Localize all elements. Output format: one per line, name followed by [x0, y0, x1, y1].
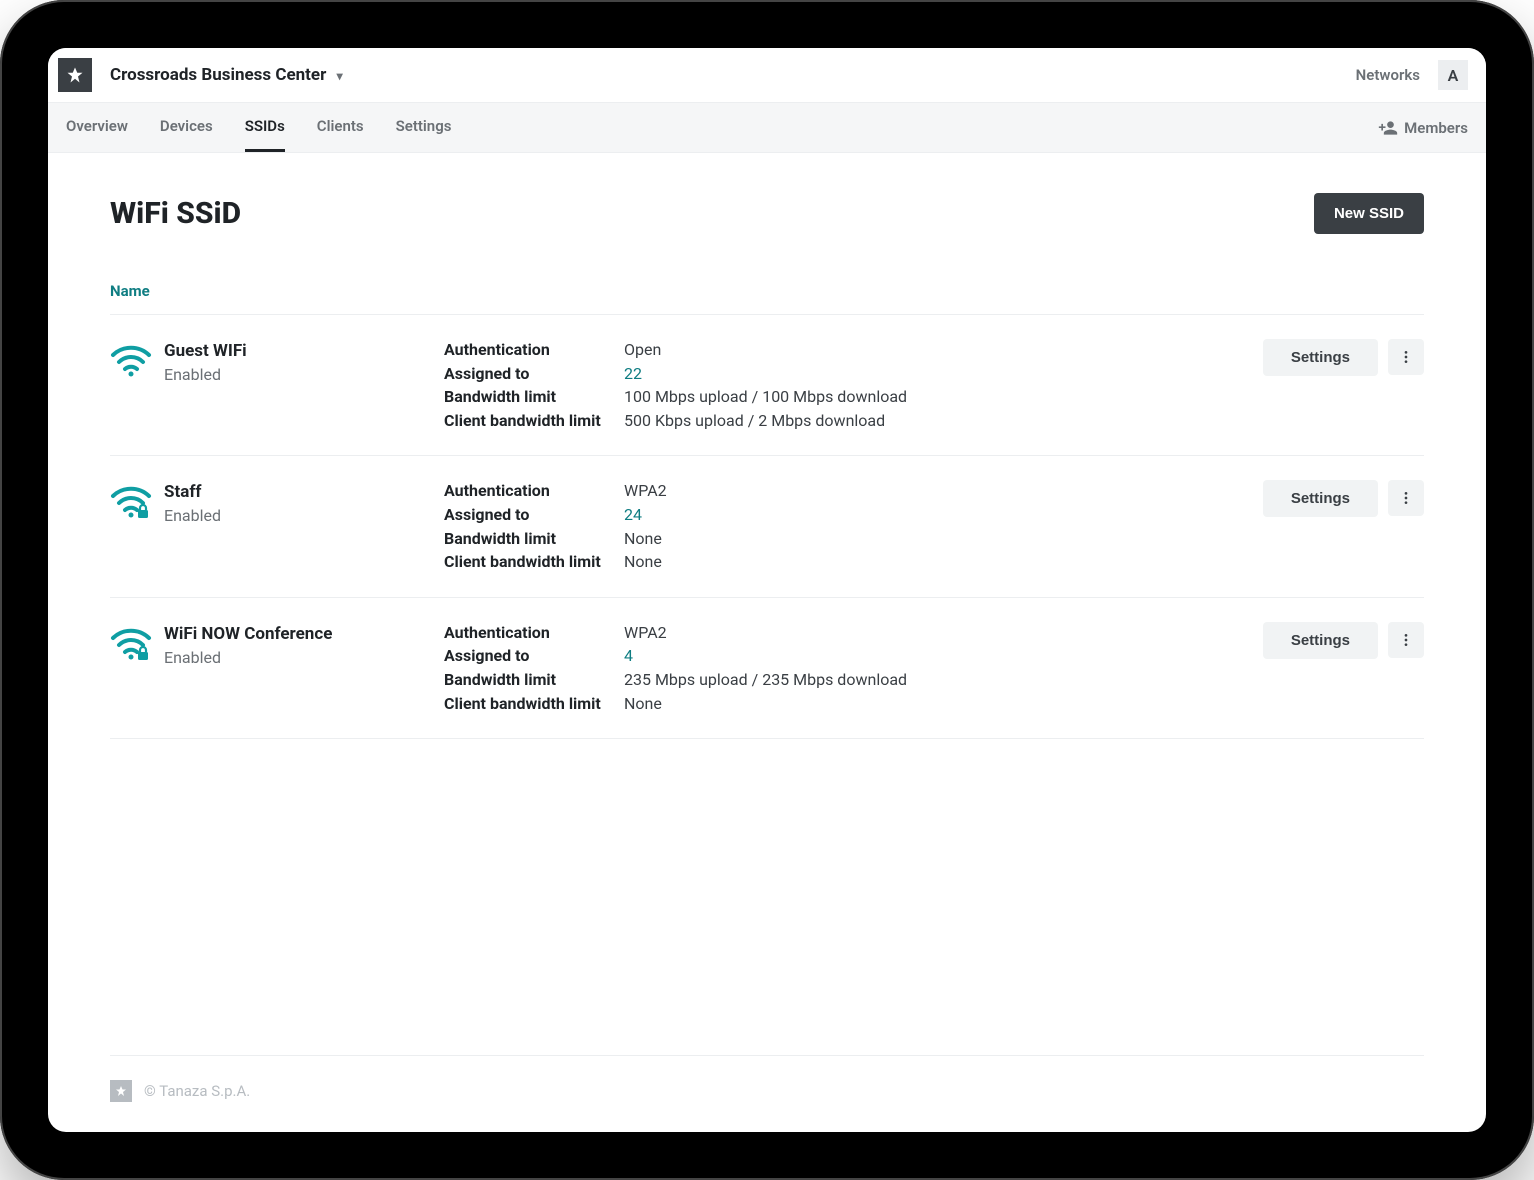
ssid-row: WiFi NOW Conference Enabled Authenticati… — [110, 598, 1424, 739]
wifi-lock-icon — [110, 484, 152, 520]
page-header: WiFi SSiD New SSID — [110, 193, 1424, 234]
page-title: WiFi SSiD — [110, 196, 241, 231]
networks-link[interactable]: Networks — [1356, 66, 1420, 84]
ssid-row-actions: Settings — [1263, 622, 1424, 659]
ssid-info-labels: Authentication Assigned to Bandwidth lim… — [444, 339, 624, 431]
members-link[interactable]: Members — [1378, 118, 1468, 138]
tab-bar: Overview Devices SSIDs Clients Settings … — [48, 103, 1486, 153]
tab-ssids[interactable]: SSIDs — [245, 103, 285, 152]
user-avatar[interactable]: A — [1438, 60, 1468, 90]
ssid-info-values: WPA2 4 235 Mbps upload / 235 Mbps downlo… — [624, 622, 1263, 714]
ssid-name[interactable]: Staff — [164, 482, 444, 502]
ssid-more-button[interactable] — [1388, 480, 1424, 516]
ssid-info-labels: Authentication Assigned to Bandwidth lim… — [444, 480, 624, 572]
value-client-bandwidth: None — [624, 693, 1263, 715]
ssid-name-cell: Guest WIFi Enabled — [164, 339, 444, 384]
brand-logo[interactable] — [58, 58, 92, 92]
ssid-status: Enabled — [164, 365, 444, 384]
ssid-icon-cell — [110, 622, 164, 666]
ssid-icon-cell — [110, 480, 164, 524]
more-vertical-icon — [1398, 632, 1414, 648]
value-assigned[interactable]: 22 — [624, 363, 1263, 385]
label-client-bandwidth: Client bandwidth limit — [444, 551, 624, 573]
label-bandwidth: Bandwidth limit — [444, 528, 624, 550]
ssid-name-cell: WiFi NOW Conference Enabled — [164, 622, 444, 667]
ssid-settings-button[interactable]: Settings — [1263, 622, 1378, 659]
ssid-name[interactable]: Guest WIFi — [164, 341, 444, 361]
value-bandwidth: None — [624, 528, 1263, 550]
ssid-row: Staff Enabled Authentication Assigned to… — [110, 456, 1424, 597]
ssid-name-cell: Staff Enabled — [164, 480, 444, 525]
label-auth: Authentication — [444, 622, 624, 644]
label-bandwidth: Bandwidth limit — [444, 386, 624, 408]
site-name-label: Crossroads Business Center — [110, 65, 326, 85]
brand-icon — [66, 66, 84, 84]
chevron-down-icon: ▾ — [337, 69, 343, 83]
ssid-info-labels: Authentication Assigned to Bandwidth lim… — [444, 622, 624, 714]
value-assigned[interactable]: 24 — [624, 504, 1263, 526]
tab-overview[interactable]: Overview — [66, 103, 128, 152]
value-client-bandwidth: 500 Kbps upload / 2 Mbps download — [624, 410, 1263, 432]
ssid-row: Guest WIFi Enabled Authentication Assign… — [110, 315, 1424, 456]
ssid-info-values: Open 22 100 Mbps upload / 100 Mbps downl… — [624, 339, 1263, 431]
ssid-row-actions: Settings — [1263, 480, 1424, 517]
tab-clients[interactable]: Clients — [317, 103, 364, 152]
value-assigned[interactable]: 4 — [624, 645, 1263, 667]
ssid-settings-button[interactable]: Settings — [1263, 480, 1378, 517]
label-bandwidth: Bandwidth limit — [444, 669, 624, 691]
value-client-bandwidth: None — [624, 551, 1263, 573]
label-assigned: Assigned to — [444, 645, 624, 667]
ssid-more-button[interactable] — [1388, 622, 1424, 658]
column-header-name[interactable]: Name — [110, 282, 1424, 315]
site-selector[interactable]: Crossroads Business Center ▾ — [110, 65, 343, 85]
ssid-info-values: WPA2 24 None None — [624, 480, 1263, 572]
label-auth: Authentication — [444, 339, 624, 361]
ssid-settings-button[interactable]: Settings — [1263, 339, 1378, 376]
ssid-list: Guest WIFi Enabled Authentication Assign… — [110, 315, 1424, 739]
wifi-icon — [110, 343, 152, 379]
app-viewport: Crossroads Business Center ▾ Networks A … — [48, 48, 1486, 1132]
value-auth: WPA2 — [624, 622, 1263, 644]
more-vertical-icon — [1398, 349, 1414, 365]
main-content: WiFi SSiD New SSID Name Guest WIFi Enabl… — [48, 153, 1486, 1132]
footer-logo — [110, 1080, 132, 1102]
tab-devices[interactable]: Devices — [160, 103, 213, 152]
label-auth: Authentication — [444, 480, 624, 502]
members-label: Members — [1404, 119, 1468, 137]
value-auth: Open — [624, 339, 1263, 361]
person-add-icon — [1378, 118, 1398, 138]
ssid-row-actions: Settings — [1263, 339, 1424, 376]
wifi-lock-icon — [110, 626, 152, 662]
ssid-status: Enabled — [164, 648, 444, 667]
tab-settings[interactable]: Settings — [396, 103, 452, 152]
footer: © Tanaza S.p.A. — [110, 1055, 1424, 1112]
value-bandwidth: 235 Mbps upload / 235 Mbps download — [624, 669, 1263, 691]
label-client-bandwidth: Client bandwidth limit — [444, 410, 624, 432]
label-assigned: Assigned to — [444, 363, 624, 385]
app-bar: Crossroads Business Center ▾ Networks A — [48, 48, 1486, 103]
label-client-bandwidth: Client bandwidth limit — [444, 693, 624, 715]
ssid-status: Enabled — [164, 506, 444, 525]
ssid-name[interactable]: WiFi NOW Conference — [164, 624, 444, 644]
ssid-icon-cell — [110, 339, 164, 383]
value-auth: WPA2 — [624, 480, 1263, 502]
copyright: © Tanaza S.p.A. — [144, 1082, 250, 1100]
tablet-bezel: Crossroads Business Center ▾ Networks A … — [0, 0, 1534, 1180]
value-bandwidth: 100 Mbps upload / 100 Mbps download — [624, 386, 1263, 408]
label-assigned: Assigned to — [444, 504, 624, 526]
ssid-more-button[interactable] — [1388, 339, 1424, 375]
brand-icon — [115, 1085, 127, 1097]
more-vertical-icon — [1398, 490, 1414, 506]
new-ssid-button[interactable]: New SSID — [1314, 193, 1424, 234]
